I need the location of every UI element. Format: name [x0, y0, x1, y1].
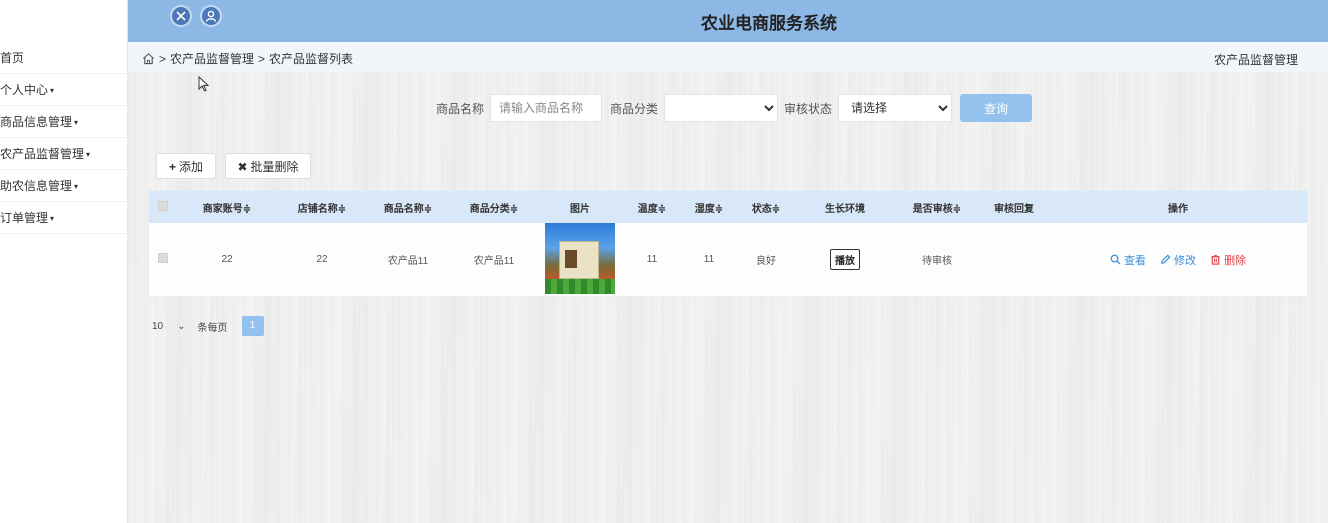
table-header: 商家账号≑ 店铺名称≑ 商品名称≑ 商品分类≑ 图片 温度≑ 湿度≑ 状态≑ 生… [149, 191, 1307, 223]
trash-icon [1211, 254, 1220, 265]
mouse-cursor-icon [198, 75, 210, 95]
category-select[interactable] [664, 94, 779, 122]
pencil-icon [1161, 254, 1171, 264]
close-icon: ✖ [237, 159, 248, 174]
col-category[interactable]: 商品分类≑ [451, 200, 537, 215]
sort-icon: ≑ [714, 203, 724, 215]
sidebar-item-personal-center[interactable]: 个人中心 ▾ [0, 74, 128, 106]
cell-product: 农产品11 [387, 256, 429, 267]
breadcrumb-separator: > [159, 51, 167, 66]
sidebar: 首页 个人中心 ▾ 商品信息管理 ▾ 农产品监督管理 ▾ 助农信息管理 ▾ 订单管理 ▾ [0, 0, 128, 523]
caret-down-icon: ▾ [50, 214, 55, 223]
sort-icon: ≑ [771, 203, 781, 215]
col-image: 图片 [570, 203, 590, 215]
batch-delete-button[interactable]: ✖ 批量删除 [225, 153, 311, 179]
breadcrumb-bar: > 农产品监督管理 > 农产品监督列表 农产品监督管理 [128, 42, 1328, 72]
cell-shop: 22 [316, 254, 328, 265]
cell-category: 农产品11 [473, 256, 515, 267]
plus-icon: + [168, 159, 176, 174]
sort-icon: ≑ [423, 203, 433, 215]
main-content: 商品名称 商品分类 审核状态 请选择 查询 +添加 ✖批量删除 商家账号≑ 店铺… [128, 72, 1328, 523]
col-environment: 生长环境 [825, 203, 865, 215]
table-row: 22 22 农产品11 农产品11 11 11 良好 播放 待审核 查看 修改 … [149, 222, 1307, 296]
caret-down-icon: ▾ [50, 86, 55, 95]
top-header: 农业电商服务系统 [128, 0, 1328, 42]
select-all-checkbox[interactable] [158, 200, 168, 211]
per-page-label: 条每页 [197, 322, 228, 334]
breadcrumb: > 农产品监督管理 > 农产品监督列表 [142, 50, 353, 67]
query-button[interactable]: 查询 [960, 94, 1033, 122]
col-audited[interactable]: 是否审核≑ [895, 200, 979, 215]
sort-icon: ≑ [952, 203, 962, 215]
search-form: 商品名称 商品分类 审核状态 请选择 查询 [436, 94, 1033, 122]
search-icon [1110, 254, 1121, 265]
product-name-input[interactable] [490, 94, 603, 122]
page-title: 农产品监督管理 [1213, 53, 1298, 67]
sidebar-item-produce-supervision[interactable]: 农产品监督管理 ▾ [0, 138, 128, 170]
sidebar-item-orders[interactable]: 订单管理 ▾ [0, 202, 128, 234]
sidebar-item-farm-aid[interactable]: 助农信息管理 ▾ [0, 170, 128, 202]
caret-down-icon: ▾ [86, 150, 91, 159]
col-merchant[interactable]: 商家账号≑ [175, 200, 279, 215]
play-button[interactable]: 播放 [830, 249, 860, 270]
page-size-select[interactable]: 10 ⌄ [148, 316, 190, 336]
cell-status: 良好 [756, 256, 776, 267]
col-audit-reply: 审核回复 [994, 203, 1034, 215]
col-humidity[interactable]: 湿度≑ [681, 200, 737, 215]
cell-audit: 待审核 [922, 256, 952, 267]
add-button[interactable]: + 添加 [156, 153, 216, 179]
chevron-down-icon: ⌄ [177, 320, 186, 332]
sidebar-item-home[interactable]: 首页 [0, 42, 128, 74]
audit-status-select[interactable]: 请选择 [838, 94, 953, 122]
row-actions: 查看 修改 删除 [1049, 252, 1307, 268]
sort-icon: ≑ [337, 203, 347, 215]
cell-merchant: 22 [221, 254, 233, 265]
breadcrumb-separator: > [258, 51, 266, 66]
home-icon[interactable] [142, 52, 155, 65]
toolbar: + 添加 ✖ 批量删除 [156, 153, 311, 179]
category-label: 商品分类 [610, 101, 659, 116]
product-thumbnail[interactable] [545, 222, 615, 294]
edit-button[interactable]: 修改 [1160, 252, 1196, 268]
row-checkbox[interactable] [158, 253, 168, 263]
breadcrumb-level2: 农产品监督列表 [269, 52, 354, 66]
cell-temperature: 11 [646, 254, 658, 265]
view-button[interactable]: 查看 [1110, 252, 1146, 268]
col-status[interactable]: 状态≑ [737, 200, 795, 215]
sort-icon: ≑ [242, 203, 252, 215]
page-button-current[interactable]: 1 [241, 316, 264, 336]
product-name-label: 商品名称 [436, 101, 485, 116]
col-shop[interactable]: 店铺名称≑ [279, 200, 365, 215]
delete-button[interactable]: 删除 [1210, 252, 1246, 268]
col-product[interactable]: 商品名称≑ [365, 200, 451, 215]
breadcrumb-level1[interactable]: 农产品监督管理 [170, 50, 254, 67]
col-actions: 操作 [1168, 203, 1188, 215]
app-title: 农业电商服务系统 [701, 14, 837, 33]
audit-status-label: 审核状态 [784, 101, 833, 116]
sidebar-item-product-info[interactable]: 商品信息管理 ▾ [0, 106, 128, 138]
col-temperature[interactable]: 温度≑ [623, 200, 681, 215]
sort-icon: ≑ [509, 203, 519, 215]
data-table: 商家账号≑ 店铺名称≑ 商品名称≑ 商品分类≑ 图片 温度≑ 湿度≑ 状态≑ 生… [148, 190, 1308, 297]
sidebar-menu: 首页 个人中心 ▾ 商品信息管理 ▾ 农产品监督管理 ▾ 助农信息管理 ▾ 订单管理 ▾ [0, 42, 128, 234]
pagination: 10 ⌄ 条每页 1 [148, 316, 264, 336]
caret-down-icon: ▾ [74, 182, 79, 191]
caret-down-icon: ▾ [74, 118, 79, 127]
cell-humidity: 11 [703, 254, 715, 265]
sort-icon: ≑ [657, 203, 667, 215]
